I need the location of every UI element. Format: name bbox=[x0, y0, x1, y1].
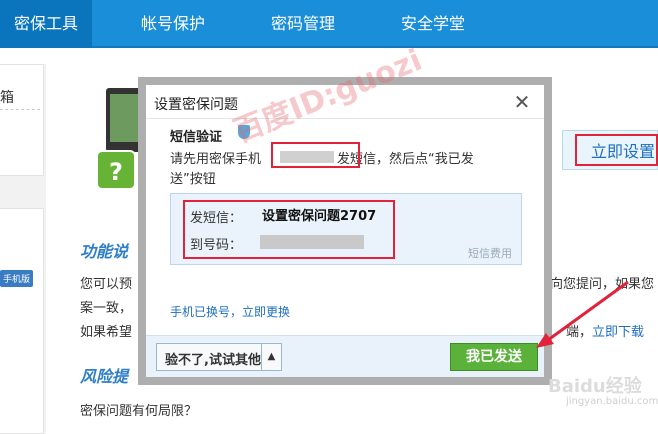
tab-security-tools[interactable]: 密保工具 bbox=[0, 0, 92, 48]
sms-verify-title: 短信验证 bbox=[170, 130, 223, 145]
to-number-label: 到号码： bbox=[190, 238, 243, 253]
body-text-line: 案一致， bbox=[80, 301, 133, 316]
sidebar-item-label[interactable]: 箱 bbox=[0, 87, 14, 107]
try-other-label: 验不了,试试其他 bbox=[165, 353, 261, 368]
body-text-line: 密保问题有何局限？ bbox=[80, 404, 198, 419]
download-now-link[interactable]: 立即下载 bbox=[592, 321, 644, 340]
try-other-button[interactable]: 验不了,试试其他 ▲ bbox=[156, 343, 282, 371]
body-text-line: 您可以预 bbox=[80, 277, 133, 292]
change-phone-link[interactable]: 手机已换号，立即更换 bbox=[170, 303, 290, 320]
instruction-text-line2: 送”按钮 bbox=[170, 172, 216, 187]
sidebar-box: 箱 bbox=[0, 64, 44, 176]
dialog-title: 设置密保问题 bbox=[154, 97, 238, 113]
top-navigation: 密保工具 帐号保护 密码管理 安全学堂 bbox=[0, 0, 658, 48]
baidu-jingyan-logo: Baidu经验 bbox=[548, 376, 642, 397]
sms-content-value: 设置密保问题2707 bbox=[262, 209, 377, 224]
tab-password-management[interactable]: 密码管理 bbox=[248, 0, 358, 48]
highlight-box bbox=[271, 142, 360, 168]
set-security-question-dialog: 设置密保问题 ✕ 短信验证 请先用密保手机 发短信，然后点“我已发 送”按钮 发短… bbox=[146, 85, 544, 377]
close-icon[interactable]: ✕ bbox=[512, 92, 532, 112]
setup-now-button[interactable]: 立即设置 bbox=[575, 134, 658, 166]
masked-target-number bbox=[260, 235, 364, 249]
divider bbox=[0, 109, 40, 110]
body-text-line: 端， bbox=[566, 325, 593, 340]
section-title-risk: 风险提 bbox=[80, 367, 129, 386]
instruction-prefix: 请先用密保手机 bbox=[170, 152, 262, 167]
sms-fee-link[interactable]: 短信费用 bbox=[468, 245, 512, 261]
send-sms-label: 发短信： bbox=[190, 211, 243, 226]
i-have-sent-button[interactable]: 我已发送 bbox=[450, 343, 538, 371]
question-bubble-icon: ? bbox=[96, 150, 136, 190]
section-title-features: 功能说 bbox=[80, 242, 129, 261]
sidebar-box-lower bbox=[0, 208, 44, 434]
mobile-badge[interactable]: 手机版 bbox=[0, 270, 34, 287]
body-text-line: 向您提问，如果您 bbox=[550, 277, 655, 292]
caret-up-icon[interactable]: ▲ bbox=[261, 344, 281, 370]
body-text-line: 如果希望 bbox=[80, 325, 133, 340]
baidu-jingyan-url: jingyan.baidu.com bbox=[566, 396, 658, 407]
tab-account-protection[interactable]: 帐号保护 bbox=[118, 0, 228, 48]
